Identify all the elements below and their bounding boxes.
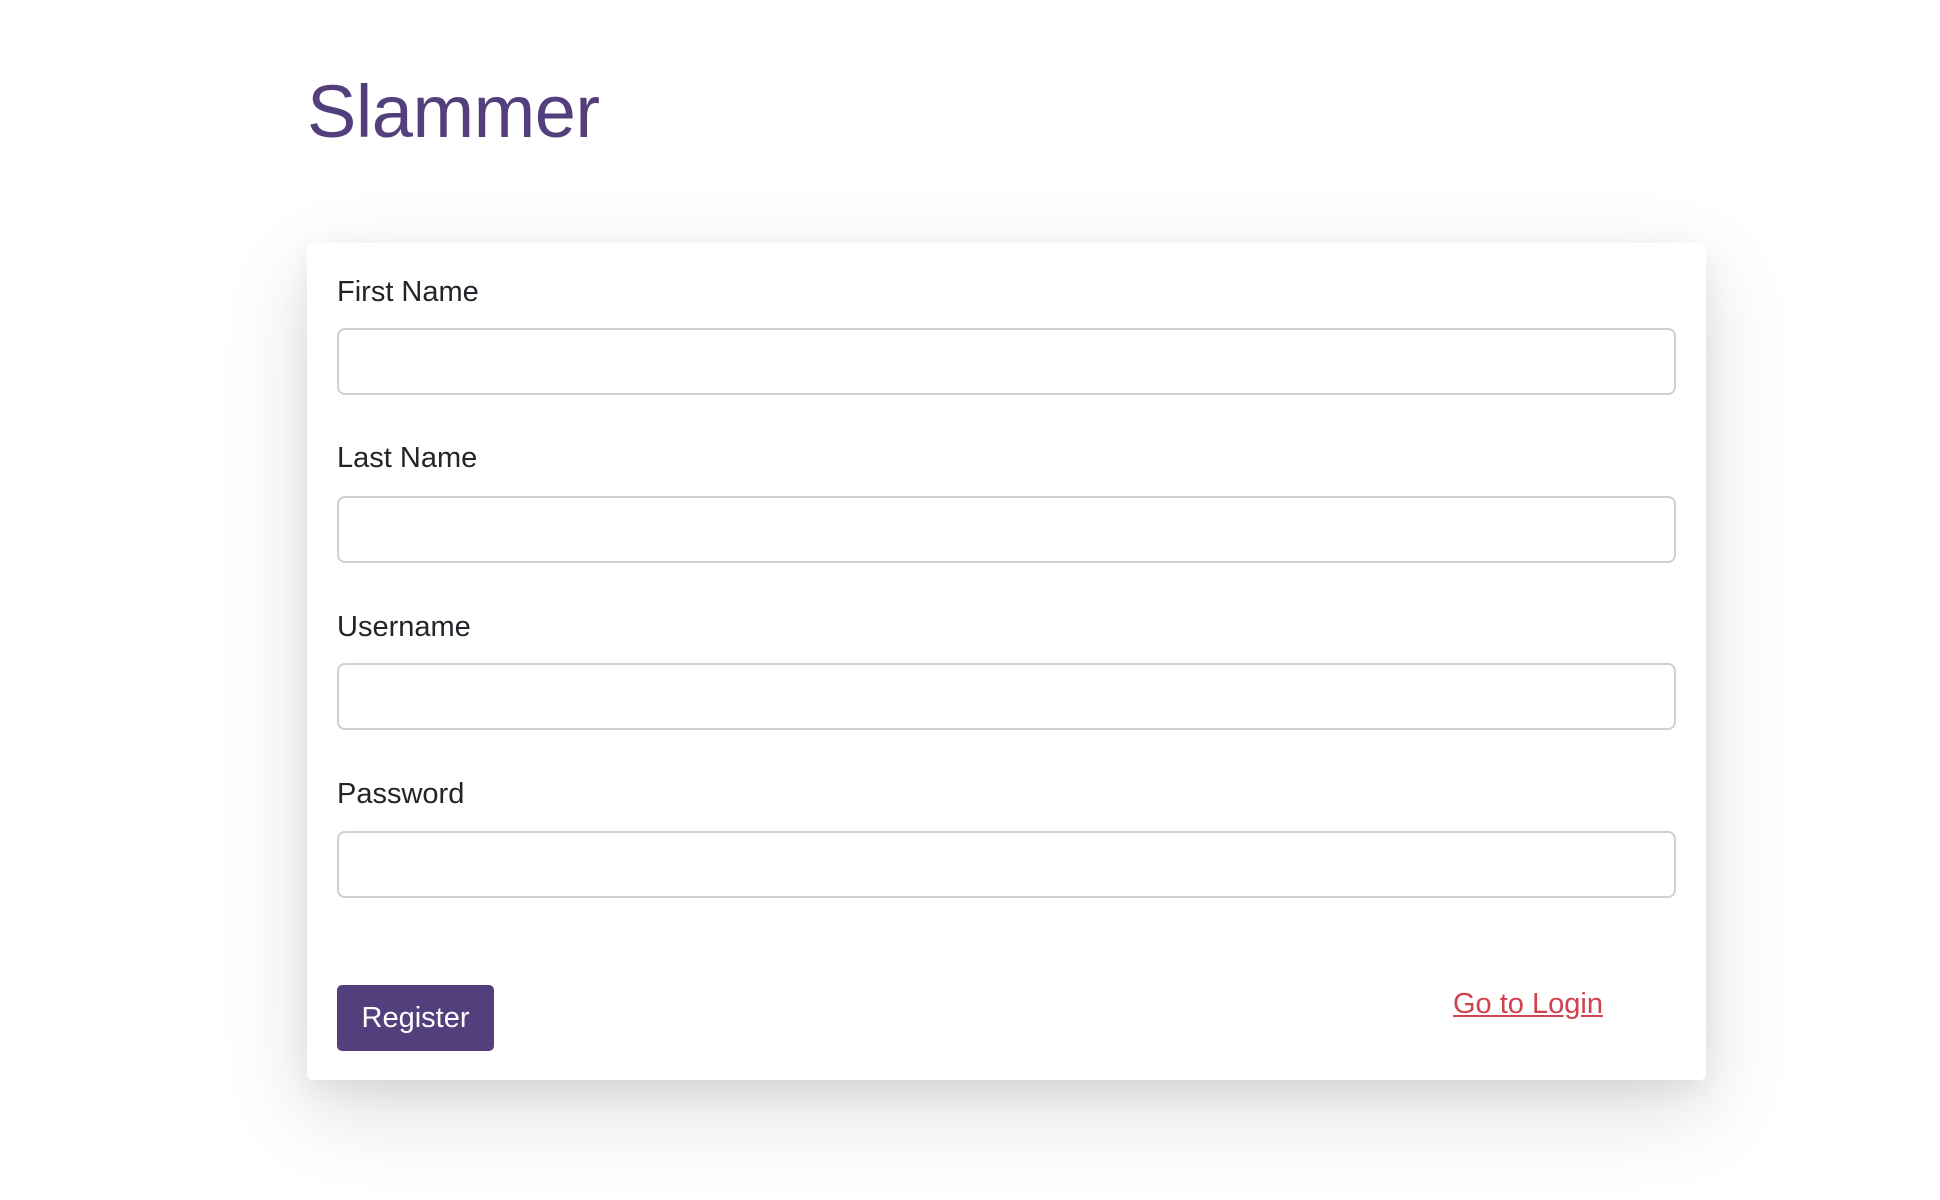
username-input[interactable]: [337, 663, 1676, 730]
app-title: Slammer: [307, 70, 600, 153]
first-name-label: First Name: [337, 276, 479, 308]
username-label: Username: [337, 611, 471, 643]
register-button[interactable]: Register: [337, 985, 494, 1051]
first-name-input[interactable]: [337, 328, 1676, 395]
last-name-label: Last Name: [337, 442, 478, 474]
go-to-login-link[interactable]: Go to Login: [1453, 988, 1603, 1021]
password-label: Password: [337, 778, 465, 810]
last-name-input[interactable]: [337, 496, 1676, 563]
registration-form-card: First Name Last Name Username Password R…: [307, 243, 1706, 1080]
password-input[interactable]: [337, 831, 1676, 898]
